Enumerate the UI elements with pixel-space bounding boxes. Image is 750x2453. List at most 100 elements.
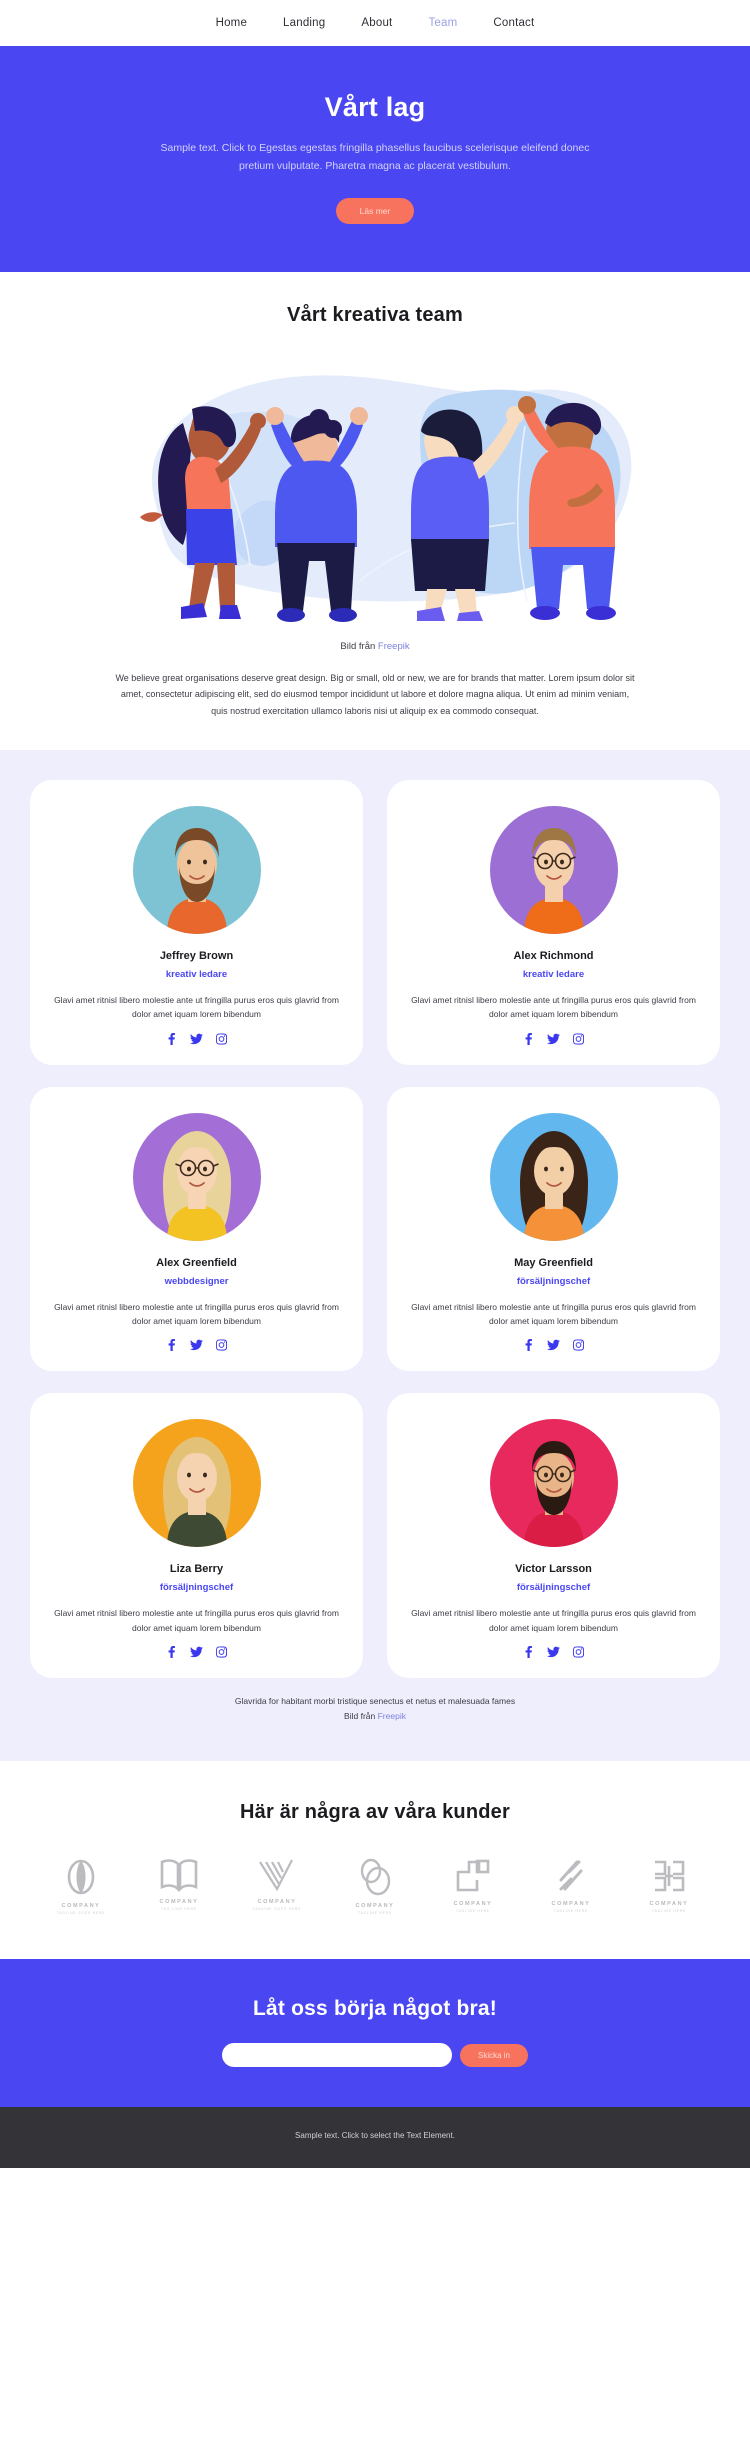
client-logo-tagline: TAGLINE HERE — [358, 1911, 392, 1916]
member-avatar — [489, 1419, 618, 1548]
nav-item-landing[interactable]: Landing — [283, 17, 325, 29]
member-description: Glavi amet ritnisl libero molestie ante … — [54, 1608, 339, 1633]
company-v-icon — [238, 1858, 316, 1892]
freepik-link-top[interactable]: Freepik — [378, 641, 410, 652]
client-logo-row: COMPANY TAGLINE GOES HERE COMPANY TAG LI… — [0, 1858, 750, 1915]
twitter-icon[interactable] — [190, 1646, 203, 1658]
company-book-icon — [140, 1858, 218, 1893]
hero-section: Vårt lag Sample text. Click to Egestas e… — [0, 46, 750, 272]
page-footer: Sample text. Click to select the Text El… — [0, 2107, 750, 2169]
team-grid: Jeffrey Brown kreativ ledare Glavi amet … — [30, 779, 720, 1679]
email-input[interactable] — [221, 2043, 452, 2068]
twitter-icon[interactable] — [190, 1339, 203, 1351]
member-name: Alex Richmond — [513, 949, 594, 962]
twitter-icon[interactable] — [547, 1339, 560, 1351]
client-logo-tagline: TAG LINE HERE — [161, 1907, 197, 1912]
member-social-links — [409, 1032, 698, 1045]
member-avatar — [489, 805, 618, 934]
facebook-icon[interactable] — [523, 1032, 534, 1045]
member-description: Glavi amet ritnisl libero molestie ante … — [54, 994, 339, 1020]
creative-team-paragraph: We believe great organisations deserve g… — [115, 672, 635, 717]
member-avatar — [132, 1112, 261, 1241]
team-illustration — [95, 351, 655, 631]
member-avatar — [489, 1112, 618, 1241]
member-social-links — [409, 1646, 698, 1659]
instagram-icon[interactable] — [216, 1033, 227, 1045]
team-member-card: Victor Larsson försäljningschef Glavi am… — [387, 1393, 720, 1679]
client-logo: COMPANY TAGLINE HERE — [532, 1858, 610, 1913]
member-social-links — [409, 1339, 698, 1352]
member-name: May Greenfield — [514, 1256, 593, 1269]
client-logo: COMPANY TAGLINE HERE — [434, 1858, 512, 1913]
member-role: kreativ ledare — [522, 968, 585, 980]
member-avatar — [132, 1419, 261, 1548]
team-member-card: Jeffrey Brown kreativ ledare Glavi amet … — [30, 779, 363, 1065]
member-role: webbdesigner — [164, 1275, 229, 1287]
clients-title: Här är några av våra kunder — [240, 1801, 510, 1824]
instagram-icon[interactable] — [216, 1339, 227, 1351]
illustration-credit-prefix: Bild från — [340, 640, 376, 652]
facebook-icon[interactable] — [523, 1339, 534, 1352]
company-block-icon — [630, 1858, 708, 1894]
company-oval-icon — [42, 1858, 120, 1896]
member-role: kreativ ledare — [165, 968, 228, 980]
member-social-links — [52, 1339, 341, 1352]
twitter-icon[interactable] — [547, 1033, 560, 1045]
team-member-card: Liza Berry försäljningschef Glavi amet r… — [30, 1393, 363, 1679]
client-logo-tagline: TAGLINE HERE — [652, 1909, 686, 1914]
twitter-icon[interactable] — [190, 1033, 203, 1045]
member-role: försäljningschef — [516, 1582, 591, 1594]
member-role: försäljningschef — [516, 1275, 591, 1287]
submit-button[interactable]: Skicka in — [459, 2043, 528, 2067]
creative-team-title: Vårt kreativa team — [287, 303, 463, 326]
member-description: Glavi amet ritnisl libero molestie ante … — [54, 1301, 339, 1326]
client-logo-name: COMPANY — [355, 1903, 395, 1910]
company-slash-icon — [532, 1858, 610, 1894]
team-member-card: Alex Greenfield webbdesigner Glavi amet … — [30, 1086, 363, 1372]
main-navigation: Home Landing About Team Contact — [0, 0, 750, 46]
instagram-icon[interactable] — [216, 1646, 227, 1658]
member-name: Liza Berry — [169, 1563, 224, 1576]
instagram-icon[interactable] — [573, 1339, 584, 1351]
client-logo-tagline: TAGLINE GOES HERE — [252, 1907, 302, 1912]
footer-text: Sample text. Click to select the Text El… — [295, 2131, 455, 2141]
nav-item-team[interactable]: Team — [428, 17, 457, 29]
member-description: Glavi amet ritnisl libero molestie ante … — [411, 994, 696, 1020]
nav-item-contact[interactable]: Contact — [493, 17, 534, 29]
member-description: Glavi amet ritnisl libero molestie ante … — [411, 1301, 696, 1326]
member-name: Jeffrey Brown — [159, 949, 234, 962]
team-members-section: Jeffrey Brown kreativ ledare Glavi amet … — [0, 749, 750, 1762]
facebook-icon[interactable] — [166, 1032, 177, 1045]
instagram-icon[interactable] — [573, 1646, 584, 1658]
team-footer-note: Glavrida for habitant morbi tristique se… — [30, 1678, 720, 1745]
client-logo-tagline: TAGLINE GOES HERE — [56, 1911, 106, 1916]
creative-team-section: Vårt kreativa team Bild från Freepik We … — [0, 271, 750, 750]
cta-section: Låt oss börja något bra! Skicka in — [0, 1959, 750, 2108]
twitter-icon[interactable] — [547, 1646, 560, 1658]
member-social-links — [52, 1032, 341, 1045]
facebook-icon[interactable] — [166, 1646, 177, 1659]
client-logo-name: COMPANY — [551, 1901, 591, 1908]
client-logo: COMPANY TAGLINE GOES HERE — [238, 1858, 316, 1911]
facebook-icon[interactable] — [166, 1339, 177, 1352]
hero-title: Vårt lag — [324, 92, 426, 122]
facebook-icon[interactable] — [523, 1646, 534, 1659]
client-logo: COMPANY TAGLINE HERE — [630, 1858, 708, 1913]
client-logo-name: COMPANY — [159, 1899, 199, 1906]
instagram-icon[interactable] — [573, 1033, 584, 1045]
nav-item-home[interactable]: Home — [216, 17, 247, 29]
company-rings-icon — [336, 1858, 414, 1896]
client-logo-tagline: TAGLINE HERE — [456, 1909, 490, 1914]
member-avatar — [132, 805, 261, 934]
member-name: Alex Greenfield — [156, 1256, 237, 1269]
cta-form: Skicka in — [0, 2043, 750, 2068]
freepik-link-bottom[interactable]: Freepik — [378, 1711, 406, 1721]
nav-item-about[interactable]: About — [361, 17, 392, 29]
member-role: försäljningschef — [159, 1582, 234, 1594]
client-logo: COMPANY TAGLINE GOES HERE — [42, 1858, 120, 1915]
client-logo-name: COMPANY — [453, 1901, 493, 1908]
member-description: Glavi amet ritnisl libero molestie ante … — [411, 1608, 696, 1633]
team-footer-line: Glavrida for habitant morbi tristique se… — [234, 1696, 516, 1707]
hero-read-more-button[interactable]: Läs mer — [335, 197, 415, 224]
member-name: Victor Larsson — [515, 1563, 592, 1576]
